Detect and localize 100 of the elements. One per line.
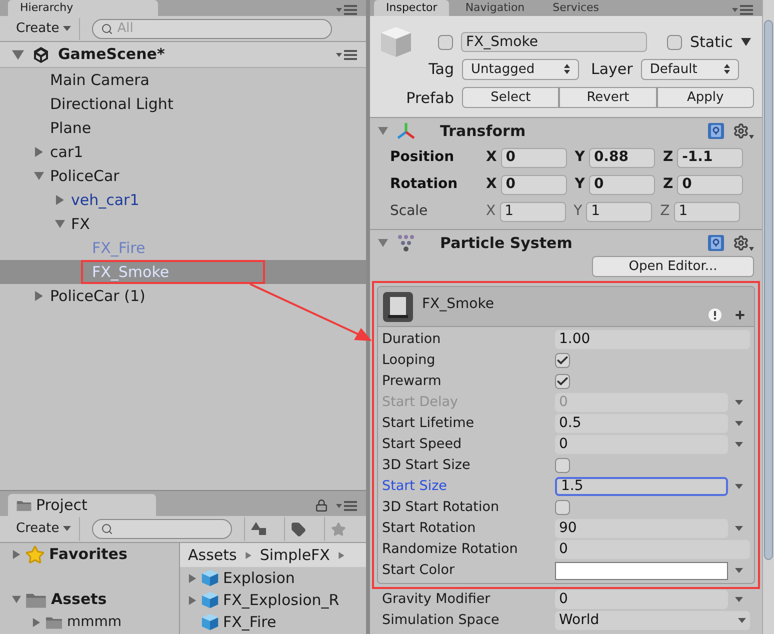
number-field[interactable]: -1.1 — [677, 148, 744, 168]
expand-arrow-icon[interactable] — [34, 171, 44, 181]
help-book-icon[interactable] — [707, 234, 725, 252]
caret-icon — [735, 596, 743, 602]
tag-dropdown[interactable]: Untagged — [462, 58, 579, 80]
prefab-label: Prefab — [405, 88, 454, 108]
number-field[interactable]: 0 — [500, 148, 567, 168]
search-field[interactable] — [92, 519, 232, 539]
tree-item[interactable]: Main Camera — [0, 68, 366, 92]
asset-item[interactable]: FX_Explosion_R — [180, 589, 366, 611]
checkbox[interactable] — [555, 374, 570, 389]
expand-arrow-icon[interactable] — [188, 574, 197, 582]
number-field[interactable]: 1.00 — [555, 330, 750, 349]
static-checkbox[interactable] — [667, 34, 682, 50]
property-label: Start Lifetime — [382, 414, 476, 434]
property-label: 3D Start Size — [382, 456, 472, 476]
tree-item[interactable]: Plane — [0, 116, 366, 140]
panel-tab[interactable]: Services — [540, 0, 612, 16]
prefab-button[interactable]: Select — [462, 87, 560, 108]
folder-item[interactable]: Assets — [0, 588, 179, 611]
number-field[interactable]: 0 — [588, 174, 655, 194]
warning-icon[interactable] — [708, 308, 722, 322]
property-label: Start Speed — [382, 435, 463, 454]
number-field[interactable]: 90 — [555, 519, 728, 538]
dropdown-field[interactable]: World — [555, 611, 750, 630]
tree-item[interactable]: Directional Light — [0, 92, 366, 116]
tree-item[interactable]: FX — [0, 212, 366, 236]
particles-icon — [396, 234, 416, 252]
open-editor-button[interactable]: Open Editor... — [592, 256, 754, 277]
dropdown-arrow-icon[interactable] — [740, 37, 751, 47]
number-field[interactable]: 0 — [677, 174, 744, 194]
folder-item[interactable]: Favorites — [0, 543, 179, 566]
number-field[interactable]: 0.5 — [555, 414, 728, 433]
active-checkbox[interactable] — [438, 34, 453, 50]
add-icon — [734, 309, 746, 321]
axis-label: X — [486, 175, 497, 194]
panel-tab[interactable]: Inspector — [374, 0, 450, 16]
asset-item[interactable]: Explosion — [180, 567, 366, 589]
number-field[interactable]: 0.88 — [588, 148, 655, 168]
number-field[interactable]: 0 — [555, 540, 750, 559]
expand-arrow-icon[interactable] — [55, 219, 65, 229]
menu-icon[interactable] — [336, 48, 358, 60]
create-button[interactable]: Create — [8, 18, 80, 40]
breadcrumb-link[interactable]: Assets — [188, 544, 237, 566]
expand-arrow-icon[interactable] — [378, 126, 388, 136]
prefab-button[interactable]: Revert — [559, 87, 657, 108]
axis-label: Z — [660, 202, 670, 221]
expand-arrow-icon[interactable] — [12, 550, 21, 559]
menu-icon[interactable] — [336, 4, 358, 16]
number-field[interactable]: 1 — [500, 202, 566, 222]
cube-icon — [378, 24, 414, 60]
tree-item[interactable]: veh_car1 — [0, 188, 366, 212]
static-label: Static — [690, 32, 733, 53]
number-field[interactable]: 0 — [555, 590, 728, 609]
expand-arrow-icon[interactable] — [12, 595, 21, 604]
checkbox[interactable] — [555, 500, 570, 515]
axis-label: Z — [662, 175, 674, 194]
panel-tab[interactable]: Project — [8, 494, 156, 516]
help-book-icon[interactable] — [707, 122, 725, 140]
expand-arrow-icon[interactable] — [378, 238, 388, 248]
number-field[interactable]: 1 — [586, 202, 652, 222]
axis-label: Y — [574, 148, 585, 167]
expand-arrow-icon[interactable] — [188, 596, 197, 604]
create-button[interactable]: Create — [8, 517, 80, 541]
prefab-button[interactable]: Apply — [656, 87, 754, 108]
number-field[interactable]: 1 — [674, 202, 740, 222]
property-label: Scale — [390, 202, 429, 221]
property-label: Randomize Rotation — [382, 540, 519, 560]
expand-arrow-icon[interactable] — [55, 195, 65, 205]
panel-tab[interactable]: Hierarchy — [8, 0, 158, 16]
tree-item[interactable]: PoliceCar (1) — [0, 284, 366, 308]
scrollbar[interactable] — [762, 0, 774, 634]
number-field[interactable]: 1.5 — [555, 477, 728, 496]
panel-tab[interactable]: Navigation — [453, 0, 537, 16]
number-field[interactable]: 0 — [555, 435, 728, 454]
tree-item[interactable]: car1 — [0, 140, 366, 164]
menu-icon[interactable] — [336, 500, 358, 512]
expand-arrow-icon[interactable] — [12, 48, 24, 60]
checkbox[interactable] — [555, 353, 570, 368]
asset-item[interactable]: FX_Fire — [180, 611, 366, 633]
expand-arrow-icon[interactable] — [34, 291, 44, 301]
axis-label: X — [486, 148, 497, 167]
layer-dropdown[interactable]: Default — [640, 58, 739, 80]
number-field[interactable]: 0 — [500, 174, 567, 194]
checkbox[interactable] — [555, 458, 570, 473]
expand-arrow-icon[interactable] — [32, 618, 41, 627]
settings-icon[interactable] — [733, 123, 754, 139]
menu-icon[interactable] — [732, 4, 754, 16]
property-label: Duration — [382, 330, 442, 350]
folder-item[interactable]: mmmm — [0, 611, 179, 634]
name-field[interactable]: FX_Smoke — [461, 32, 647, 52]
tree-item[interactable]: PoliceCar — [0, 164, 366, 188]
cube-icon — [201, 613, 219, 631]
breadcrumb-link[interactable]: SimpleFX — [260, 544, 330, 566]
axis-label: Y — [574, 202, 582, 221]
caret-icon — [63, 526, 72, 532]
expand-arrow-icon[interactable] — [34, 147, 44, 157]
color-swatch[interactable] — [555, 562, 728, 580]
caret-icon — [735, 568, 743, 574]
settings-icon[interactable] — [733, 235, 754, 251]
